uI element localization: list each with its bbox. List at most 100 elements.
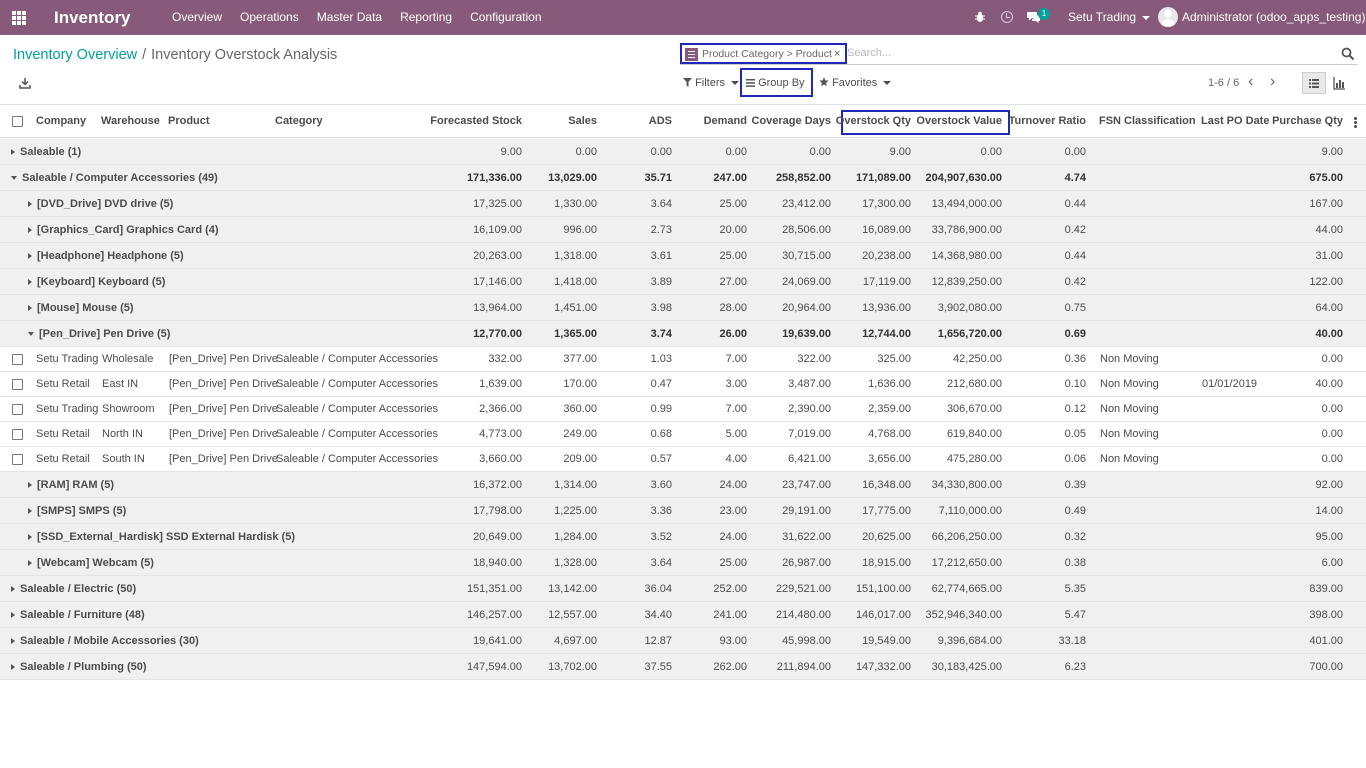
select-all-checkbox[interactable] [12, 116, 23, 127]
cell-overstock-qty: 12,744.00 [862, 328, 911, 340]
caret-right-icon [28, 534, 32, 541]
facet-remove-icon[interactable]: × [834, 48, 840, 60]
group-row[interactable]: Saleable / Mobile Accessories (30) 19,641… [0, 628, 1366, 654]
group-row[interactable]: Saleable (1) 9.00 0.00 0.00 0.00 0.00 9.00 0.00… [0, 139, 1366, 165]
caret-right-icon [11, 586, 15, 593]
cell-forecasted: 171,336.00 [466, 172, 522, 184]
group-row[interactable]: Saleable / Computer Accessories (49) 171,… [0, 165, 1366, 191]
cell-forecasted: 17,146.00 [473, 276, 522, 288]
graph-view-button[interactable] [1327, 72, 1351, 94]
cell-overstock-qty: 16,348.00 [862, 479, 911, 491]
cell-demand: 247.00 [713, 172, 747, 184]
cell-purchase-qty: 40.00 [1315, 378, 1343, 390]
group-row[interactable]: [DVD_Drive] DVD drive (5) 17,325.00 1,330.… [0, 191, 1366, 217]
cell-demand: 27.00 [719, 276, 747, 288]
group-row[interactable]: Saleable / Plumbing (50) 147,594.00 13,702… [0, 654, 1366, 680]
cell-purchase-qty: 44.00 [1315, 224, 1343, 236]
group-row[interactable]: Saleable / Furniture (48) 146,257.00 12,55… [0, 602, 1366, 628]
row-checkbox[interactable] [12, 404, 23, 415]
group-row[interactable]: Saleable / Electric (50) 151,351.00 13,142… [0, 576, 1366, 602]
group-row[interactable]: [SSD_External_Hardisk] SSD External Hard… [0, 524, 1366, 550]
group-row[interactable]: [Webcam] Webcam (5) 18,940.00 1,328.00 3.64… [0, 550, 1366, 576]
breadcrumb-parent[interactable]: Inventory Overview [13, 47, 137, 63]
cell-sales: 996.00 [563, 224, 597, 236]
optional-columns-icon[interactable] [1354, 117, 1357, 128]
table-row[interactable]: Setu Retail South IN [Pen_Drive] Pen Drive… [0, 447, 1366, 472]
cell-turnover: 4.74 [1064, 172, 1086, 184]
cell-forecasted: 1,639.00 [479, 378, 522, 390]
column-demand[interactable]: Demand [704, 115, 747, 127]
favorites-dropdown[interactable]: Favorites [819, 77, 892, 89]
menu-overview[interactable]: Overview [163, 0, 231, 35]
menu-operations[interactable]: Operations [231, 0, 308, 35]
debug-bug-icon[interactable] [974, 11, 986, 23]
filters-label: Filters [695, 77, 726, 89]
download-icon[interactable] [19, 77, 31, 89]
pager-previous-button[interactable]: ‹ [1248, 74, 1253, 90]
column-warehouse[interactable]: Warehouse [101, 115, 160, 127]
app-brand[interactable]: Inventory [54, 8, 131, 28]
apps-menu-icon[interactable] [12, 11, 26, 25]
filters-dropdown[interactable]: Filters [683, 77, 740, 89]
column-overstock-qty[interactable]: Overstock Qty [836, 115, 911, 127]
column-coverage-days[interactable]: Coverage Days [752, 115, 832, 127]
cell-purchase-qty: 40.00 [1315, 328, 1343, 340]
row-checkbox[interactable] [12, 354, 23, 365]
group-by-dropdown[interactable]: Group By [740, 68, 813, 112]
column-forecasted-stock[interactable]: Forecasted Stock [430, 115, 522, 127]
cell-forecasted: 18,940.00 [473, 557, 522, 569]
group-row[interactable]: [Headphone] Headphone (5) 20,263.00 1,318.… [0, 243, 1366, 269]
cell-coverage: 2,390.00 [788, 403, 831, 415]
company-switcher[interactable]: Setu Trading [1068, 0, 1151, 35]
table-row[interactable]: Setu Retail North IN [Pen_Drive] Pen Drive… [0, 422, 1366, 447]
search-icon[interactable] [1341, 47, 1355, 61]
user-avatar[interactable] [1158, 7, 1178, 27]
search-input[interactable] [847, 44, 1327, 62]
group-by-facet[interactable]: Product Category > Product × [680, 43, 847, 64]
table-row[interactable]: Setu Retail East IN [Pen_Drive] Pen Drive S… [0, 372, 1366, 397]
group-name: [SSD_External_Hardisk] SSD External Hard… [37, 531, 295, 543]
column-product[interactable]: Product [168, 115, 210, 127]
cell-demand: 25.00 [719, 250, 747, 262]
group-row[interactable]: [SMPS] SMPS (5) 17,798.00 1,225.00 3.36 23.0… [0, 498, 1366, 524]
pager-next-button[interactable]: › [1270, 74, 1275, 90]
row-checkbox[interactable] [12, 429, 23, 440]
pager-value[interactable]: 1-6 / 6 [1208, 77, 1239, 89]
cell-coverage: 7,019.00 [788, 428, 831, 440]
group-row[interactable]: [Graphics_Card] Graphics Card (4) 16,109.… [0, 217, 1366, 243]
group-row[interactable]: [Mouse] Mouse (5) 13,964.00 1,451.00 3.98 28… [0, 295, 1366, 321]
menu-master-data[interactable]: Master Data [308, 0, 391, 35]
bar-chart-icon [1333, 77, 1345, 90]
group-row[interactable]: [Keyboard] Keyboard (5) 17,146.00 1,418.00… [0, 269, 1366, 295]
menu-reporting[interactable]: Reporting [391, 0, 461, 35]
group-row[interactable]: [RAM] RAM (5) 16,372.00 1,314.00 3.60 24.00 2… [0, 472, 1366, 498]
group-name: Saleable / Mobile Accessories (30) [20, 635, 199, 647]
cell-overstock-qty: 146,017.00 [855, 609, 911, 621]
row-checkbox[interactable] [12, 454, 23, 465]
table-row[interactable]: Setu Trading Showroom [Pen_Drive] Pen Driv… [0, 397, 1366, 422]
column-sales[interactable]: Sales [568, 115, 597, 127]
column-fsn-classification[interactable]: FSN Classification [1099, 115, 1196, 127]
group-name: [Pen_Drive] Pen Drive (5) [39, 328, 171, 340]
column-purchase-qty[interactable]: Purchase Qty [1272, 115, 1343, 127]
list-view-button[interactable] [1302, 72, 1326, 94]
cell-forecasted: 19,641.00 [473, 635, 522, 647]
menu-configuration[interactable]: Configuration [461, 0, 550, 35]
star-icon [819, 77, 829, 87]
top-navbar: Inventory Overview Operations Master Dat… [0, 0, 1366, 55]
activity-clock-icon[interactable] [1001, 11, 1013, 23]
column-last-po-date[interactable]: Last PO Date [1201, 115, 1269, 127]
cell-overstock-value: 33,786,900.00 [931, 224, 1002, 236]
cell-coverage: 26,987.00 [782, 557, 831, 569]
column-turnover-ratio[interactable]: Turnover Ratio [1009, 115, 1086, 127]
caret-right-icon [28, 508, 32, 515]
column-overstock-value[interactable]: Overstock Value [916, 115, 1002, 127]
table-row[interactable]: Setu Trading Wholesale [Pen_Drive] Pen Dri… [0, 347, 1366, 372]
cell-ads: 0.57 [650, 453, 672, 465]
cell-purchase-qty: 398.00 [1309, 609, 1343, 621]
column-company[interactable]: Company [36, 115, 86, 127]
column-category[interactable]: Category [275, 115, 323, 127]
row-checkbox[interactable] [12, 379, 23, 390]
column-ads[interactable]: ADS [649, 115, 672, 127]
group-row[interactable]: [Pen_Drive] Pen Drive (5) 12,770.00 1,365.… [0, 321, 1366, 347]
